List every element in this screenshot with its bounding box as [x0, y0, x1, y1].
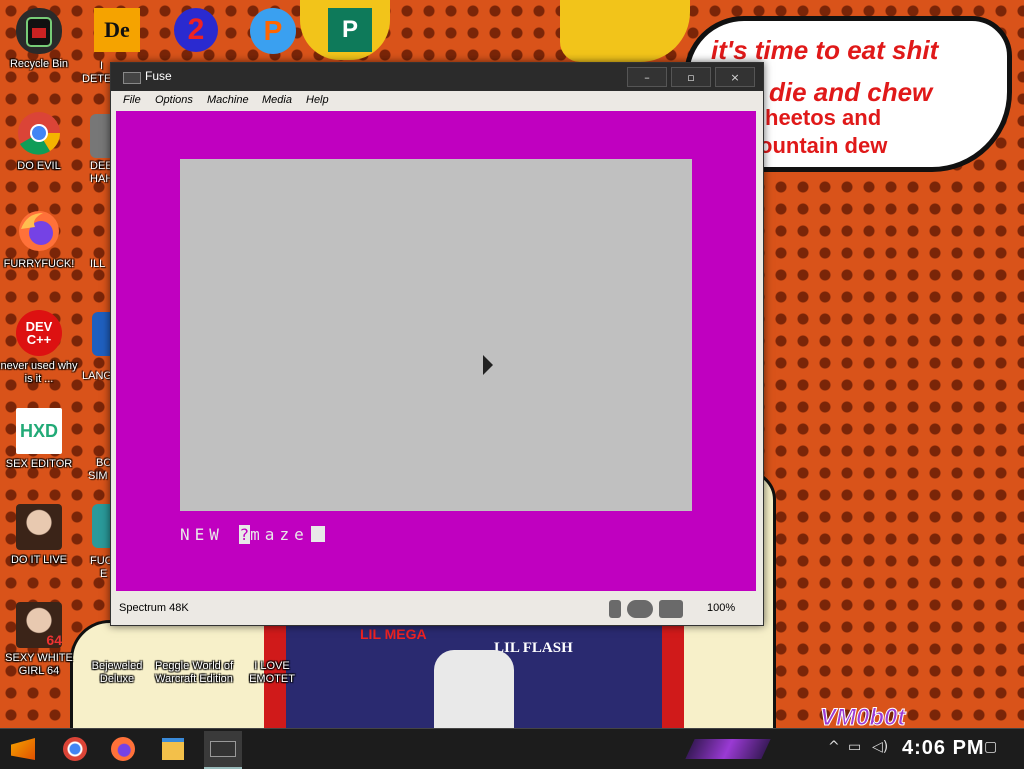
desktop-icon-label: Bejeweled Deluxe	[91, 660, 143, 685]
tray-chevron-icon[interactable]: ^	[828, 739, 840, 755]
basic-text: maze	[250, 525, 309, 544]
menu-file[interactable]: File	[123, 94, 141, 106]
desktop-icon-label: Peggle World of Warcraft Edition	[154, 660, 234, 685]
chrome-icon	[16, 110, 62, 156]
partial-icon-label: SIM	[88, 470, 108, 482]
title-bar[interactable]: Fuse – ▫ ×	[111, 63, 763, 91]
window-title: Fuse	[145, 69, 172, 83]
album-figure	[434, 650, 514, 732]
desktop-icon-label: I LOVE EMOTET	[249, 660, 295, 685]
spectrum-screen[interactable]: NEW ?maze	[116, 111, 756, 591]
partial-icon-label: LANG	[82, 370, 112, 382]
speech-line-4: ountain dew	[759, 133, 888, 158]
speech-line-2: die and chew	[769, 77, 933, 107]
fuse-window[interactable]: Fuse – ▫ × File Options Machine Media He…	[110, 62, 764, 626]
desktop-icon-label: SEXY WHITE GIRL 64	[5, 652, 73, 677]
menu-media[interactable]: Media	[262, 94, 292, 106]
wallpaper-hair	[560, 0, 690, 62]
partial-icon-label: ILL	[90, 258, 106, 270]
hxd-icon: HXD	[16, 408, 62, 454]
desktop-icon-label: FURRYFUCK!	[3, 258, 75, 270]
clock[interactable]: 4:06 PM	[902, 737, 985, 760]
volume-icon[interactable]: ◁)	[872, 739, 888, 755]
maximize-button[interactable]: ▫	[671, 67, 711, 87]
text-cursor	[310, 526, 325, 542]
desktop-icon-recycle-bin[interactable]: Recycle Bin	[0, 8, 79, 71]
desktop-icon-dev-cpp[interactable]: DEV C++ never used why is it ...	[0, 310, 79, 386]
start-button[interactable]	[4, 731, 42, 767]
menu-bar: File Options Machine Media Help	[111, 91, 763, 111]
desktop-icon-sex-editor[interactable]: HXD SEX EDITOR	[0, 408, 79, 471]
speech-line-3: heetos and	[765, 105, 882, 130]
desktop-icon-do-evil[interactable]: DO EVIL	[0, 110, 79, 173]
desktop-icon-label: never used why is it ...	[0, 360, 78, 385]
minimize-button[interactable]: –	[627, 67, 667, 87]
basic-keyword: NEW	[180, 525, 239, 544]
close-button[interactable]: ×	[715, 67, 755, 87]
joystick-icon	[627, 600, 653, 618]
file-explorer-icon	[162, 738, 184, 760]
desktop-icon-label: Recycle Bin	[9, 58, 69, 70]
menu-help[interactable]: Help	[306, 94, 329, 106]
album-stripe	[662, 620, 684, 732]
fuse-app-icon	[123, 72, 141, 84]
two-app-icon[interactable]: 2	[174, 8, 218, 52]
taskbar-decoration	[685, 739, 771, 759]
menu-options[interactable]: Options	[155, 94, 193, 106]
chrome-icon	[63, 737, 87, 761]
p-app-icon[interactable]: P	[250, 8, 296, 54]
portrait-icon	[16, 504, 62, 550]
taskbar-file-explorer[interactable]	[154, 731, 192, 767]
desktop-icon-furryfuck[interactable]: FURRYFUCK!	[0, 208, 79, 271]
desktop-icon-label: SEX EDITOR	[5, 458, 73, 470]
mouse-icon	[609, 600, 621, 618]
album-title: LIL MEGA	[360, 626, 427, 642]
zoom-level: 100%	[707, 602, 736, 614]
start-icon	[11, 738, 35, 760]
desktop-icon-label: DO IT LIVE	[10, 554, 68, 566]
publisher-icon[interactable]: P	[328, 8, 372, 52]
taskbar-chrome[interactable]	[56, 731, 94, 767]
mouse-pointer-icon	[483, 355, 493, 375]
status-bar: Spectrum 48K 100%	[111, 595, 763, 623]
dev-cpp-icon: DEV C++	[16, 310, 62, 356]
basic-inverse-char: ?	[238, 525, 251, 544]
fuse-icon	[210, 741, 236, 757]
firefox-icon	[16, 208, 62, 254]
partial-icon-label: DETE	[82, 73, 112, 85]
firefox-icon	[111, 737, 135, 761]
machine-model: Spectrum 48K	[119, 602, 189, 614]
recycle-bin-icon	[16, 8, 62, 54]
notifications-icon[interactable]: ▢	[984, 739, 997, 755]
desktop-icon-sexy-white-girl-64[interactable]: 64 SEXY WHITE GIRL 64	[0, 602, 79, 678]
partial-icon-label: E	[100, 568, 108, 580]
network-icon[interactable]: ▭	[848, 739, 861, 755]
partial-icon-label: I	[100, 60, 104, 72]
desktop-icon-do-it-live[interactable]: DO IT LIVE	[0, 504, 79, 567]
d-app-icon[interactable]: De	[94, 8, 140, 52]
desktop-icon-label: DO EVIL	[17, 160, 61, 172]
taskbar-firefox[interactable]	[104, 731, 142, 767]
portrait-64-icon: 64	[16, 602, 62, 648]
spectrum-paper	[180, 159, 692, 511]
album-cover: LIL MEGA LIL FLASH	[264, 620, 684, 732]
tape-icon	[659, 600, 683, 618]
menu-machine[interactable]: Machine	[207, 94, 249, 106]
taskbar-fuse[interactable]	[204, 731, 242, 769]
taskbar: ^ ▭ ◁) 4:06 PM ▢	[0, 728, 1024, 769]
basic-command-line: NEW ?maze	[180, 525, 325, 544]
